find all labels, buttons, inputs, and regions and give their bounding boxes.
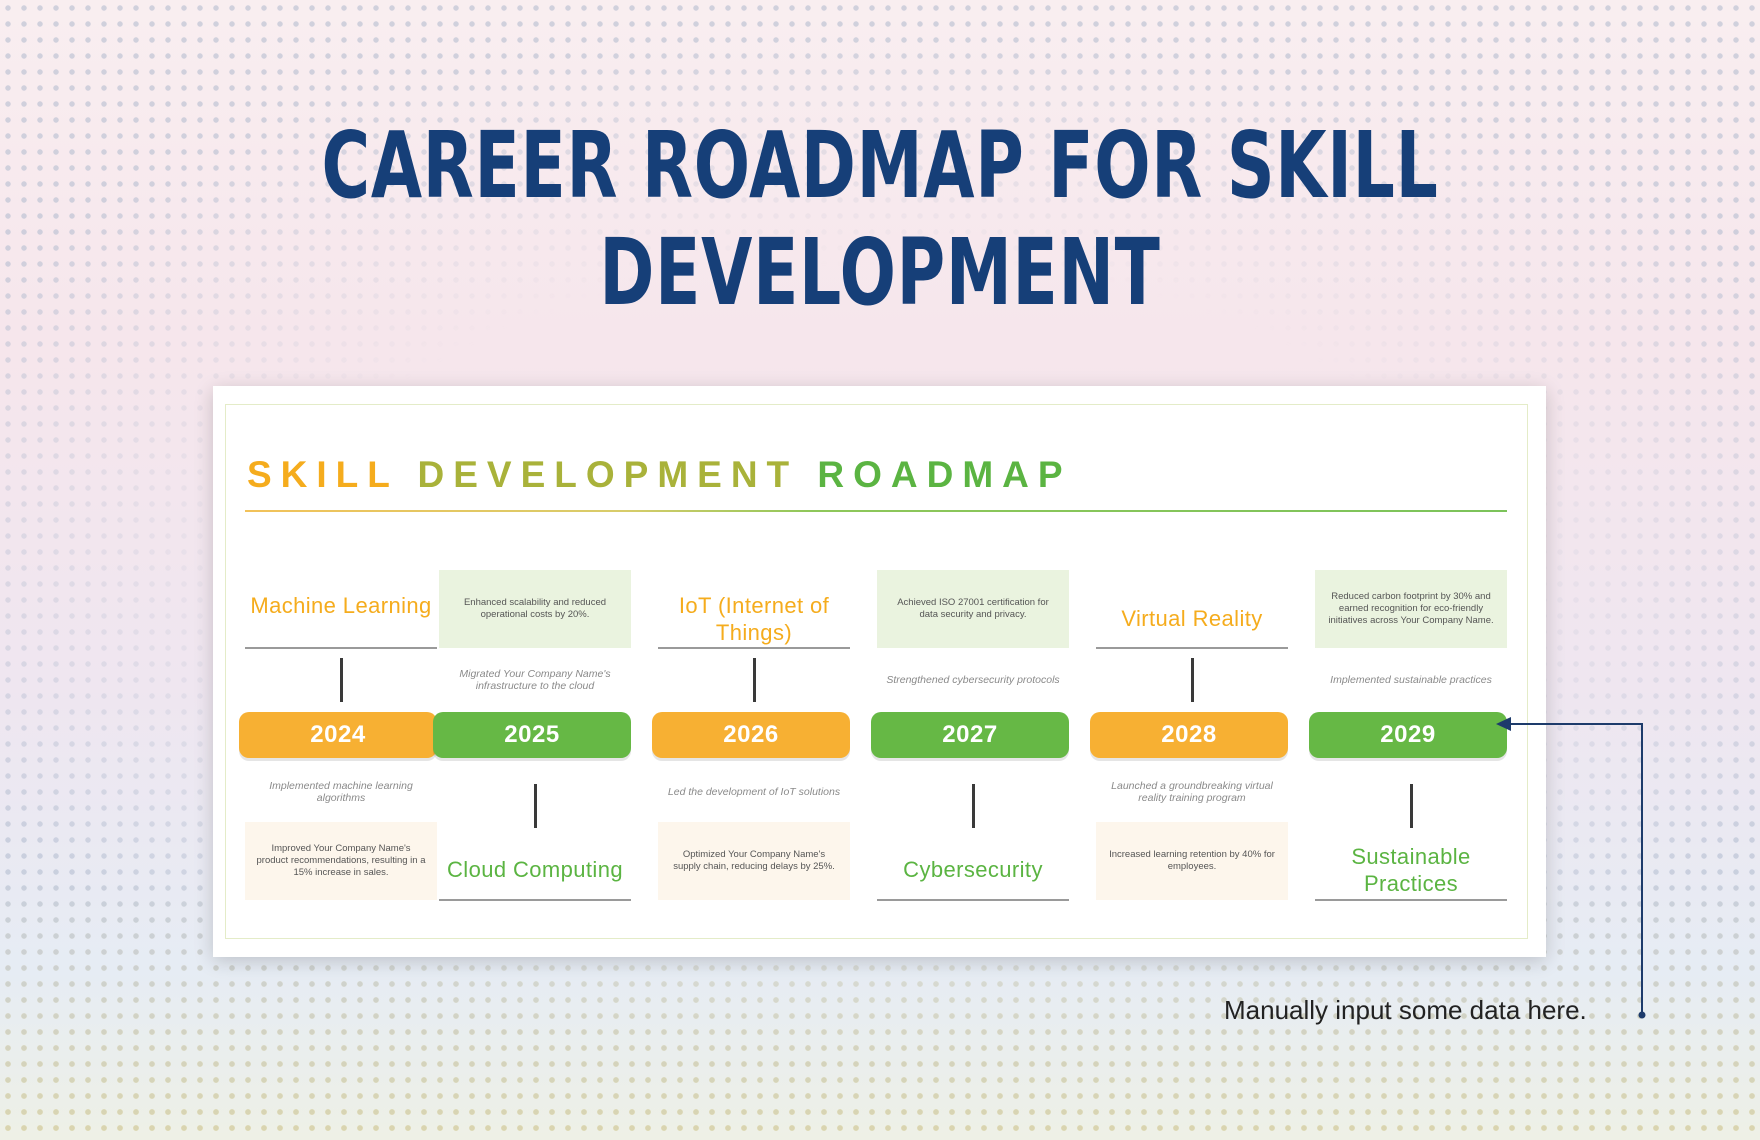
annotation-text: Manually input some data here. <box>1224 995 1587 1025</box>
annotation-arrow-head <box>1496 717 1511 731</box>
annotation-arrow-line <box>1500 723 1643 1014</box>
annotation-arrow <box>1496 717 1646 1019</box>
annotation-arrow-dot <box>1638 1011 1646 1019</box>
